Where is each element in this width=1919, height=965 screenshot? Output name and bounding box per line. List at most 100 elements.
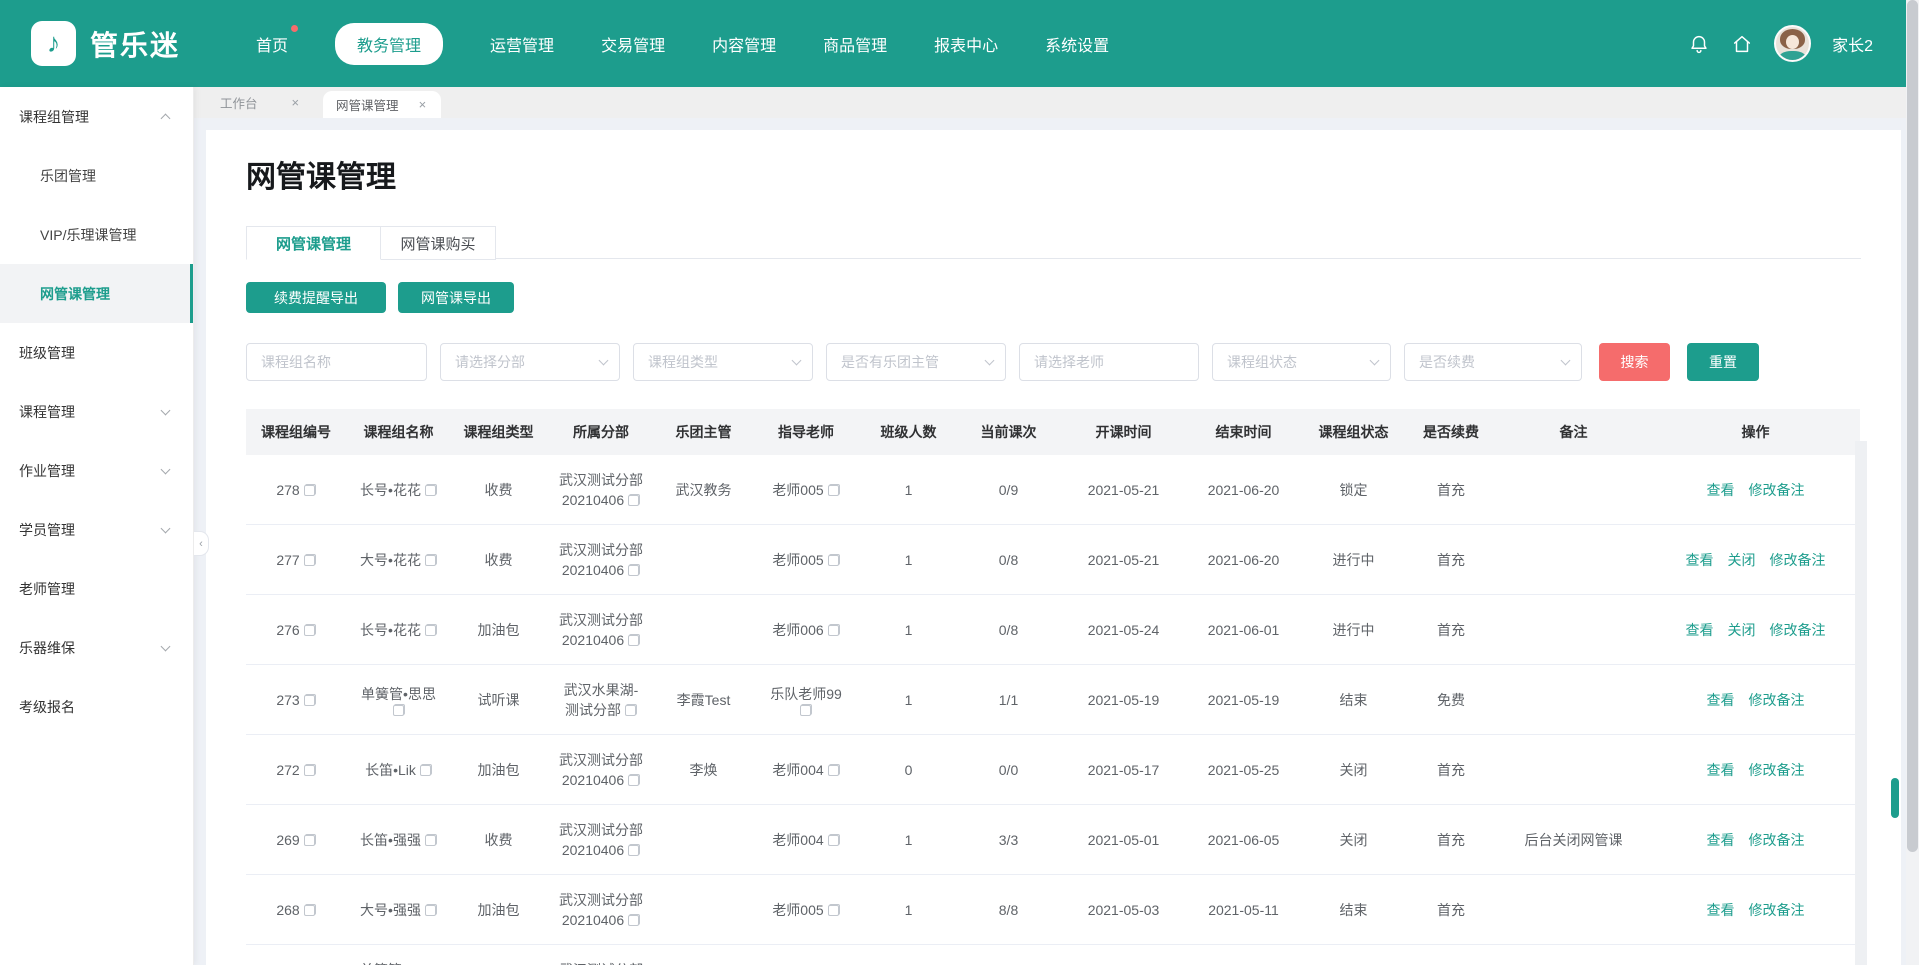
home-icon[interactable] (1731, 33, 1753, 55)
action-link[interactable]: 修改备注 (1749, 830, 1805, 850)
action-link[interactable]: 查看 (1707, 690, 1735, 710)
close-icon[interactable]: × (292, 95, 300, 110)
column-header: 当前课次 (956, 422, 1061, 442)
copy-icon[interactable] (425, 554, 437, 566)
nav-item-settings[interactable]: 系统设置 (1045, 23, 1109, 65)
copy-icon[interactable] (828, 484, 840, 496)
user-avatar[interactable] (1774, 25, 1811, 62)
copy-icon[interactable] (304, 764, 316, 776)
page-scrollbar[interactable] (1906, 0, 1919, 965)
nav-item-goods[interactable]: 商品管理 (823, 23, 887, 65)
action-link[interactable]: 修改备注 (1770, 550, 1826, 570)
tab-online-class-manage[interactable]: 网管课管理 (246, 226, 381, 260)
nav-item-report[interactable]: 报表中心 (934, 23, 998, 65)
action-link[interactable]: 查看 (1707, 760, 1735, 780)
copy-icon[interactable] (304, 484, 316, 496)
copy-icon[interactable] (425, 834, 437, 846)
sidebar-item-course-mgmt[interactable]: 课程管理 (0, 382, 193, 441)
copy-icon[interactable] (628, 774, 640, 786)
action-link[interactable]: 关闭 (1728, 620, 1756, 640)
action-link[interactable]: 查看 (1707, 480, 1735, 500)
copy-icon[interactable] (393, 704, 405, 716)
copy-icon[interactable] (425, 624, 437, 636)
copy-icon[interactable] (304, 554, 316, 566)
course-group-name-input[interactable] (246, 343, 427, 381)
copy-icon[interactable] (304, 694, 316, 706)
copy-icon[interactable] (304, 904, 316, 916)
copy-icon[interactable] (800, 704, 812, 716)
sidebar-item-exam[interactable]: 考级报名 (0, 677, 193, 736)
close-icon[interactable]: × (419, 97, 427, 112)
sidebar-item-teachers[interactable]: 老师管理 (0, 559, 193, 618)
reset-button[interactable]: 重置 (1687, 343, 1759, 381)
action-link[interactable]: 查看 (1707, 830, 1735, 850)
nav-item-trade[interactable]: 交易管理 (601, 23, 665, 65)
page-scrollbar-thumb[interactable] (1907, 0, 1918, 852)
action-link[interactable]: 修改备注 (1749, 690, 1805, 710)
sidebar-item-homework[interactable]: 作业管理 (0, 441, 193, 500)
table-scrollbar-track[interactable] (1855, 441, 1867, 965)
action-link[interactable]: 修改备注 (1749, 900, 1805, 920)
table-cell: 0/9 (956, 455, 1061, 524)
table-cell: 0/8 (956, 595, 1061, 664)
bell-icon[interactable] (1688, 33, 1710, 55)
action-link[interactable]: 修改备注 (1749, 760, 1805, 780)
copy-icon[interactable] (828, 554, 840, 566)
copy-icon[interactable] (425, 484, 437, 496)
branch-select[interactable]: 请选择分部 (440, 343, 620, 381)
sidebar-item-vip-theory[interactable]: VIP/乐理课管理 (0, 205, 193, 264)
action-link[interactable]: 查看 (1686, 620, 1714, 640)
copy-icon[interactable] (628, 844, 640, 856)
sidebar-item-students[interactable]: 学员管理 (0, 500, 193, 559)
action-link[interactable]: 关闭 (1728, 550, 1756, 570)
copy-icon[interactable] (304, 624, 316, 636)
table-cell: 首充 (1406, 805, 1496, 874)
user-name[interactable]: 家长2 (1832, 32, 1873, 56)
table-cell: 李焕 (656, 735, 751, 804)
tab-online-class-purchase[interactable]: 网管课购买 (381, 226, 496, 260)
copy-icon[interactable] (625, 704, 637, 716)
copy-icon[interactable] (628, 914, 640, 926)
floating-scroll-thumb[interactable] (1891, 778, 1899, 818)
sidebar-item-instrument[interactable]: 乐器维保 (0, 618, 193, 677)
online-class-export-button[interactable]: 网管课导出 (398, 282, 514, 313)
table-cell: 结束 (1301, 665, 1406, 734)
sidebar-item-class-mgmt[interactable]: 班级管理 (0, 323, 193, 382)
renew-select[interactable]: 是否续费 (1404, 343, 1582, 381)
table-row: 268大号•强强加油包武汉测试分部20210406老师00518/82021-0… (246, 875, 1860, 945)
action-link[interactable]: 查看 (1707, 900, 1735, 920)
notification-dot (291, 25, 298, 32)
sidebar-item-online-class[interactable]: 网管课管理 (0, 264, 193, 323)
tab-workbench[interactable]: 工作台 × (194, 87, 323, 118)
action-link[interactable]: 修改备注 (1770, 620, 1826, 640)
action-link[interactable]: 修改备注 (1749, 480, 1805, 500)
copy-icon[interactable] (420, 764, 432, 776)
copy-icon[interactable] (828, 764, 840, 776)
nav-item-home[interactable]: 首页 (256, 23, 288, 65)
copy-icon[interactable] (628, 494, 640, 506)
copy-icon[interactable] (628, 564, 640, 576)
copy-icon[interactable] (828, 904, 840, 916)
sidebar-item-orchestra[interactable]: 乐团管理 (0, 146, 193, 205)
has-leader-select[interactable]: 是否有乐团主管 (826, 343, 1006, 381)
course-group-type-select[interactable]: 课程组类型 (633, 343, 813, 381)
search-button[interactable]: 搜索 (1599, 343, 1670, 381)
renew-remind-export-button[interactable]: 续费提醒导出 (246, 282, 386, 313)
teacher-input[interactable] (1019, 343, 1199, 381)
table-cell: 大号•花花 (346, 525, 451, 594)
sidebar-item-course-group[interactable]: 课程组管理 (0, 87, 193, 146)
tab-online-class-mgmt[interactable]: 网管课管理 × (323, 91, 441, 118)
nav-item-content[interactable]: 内容管理 (712, 23, 776, 65)
course-group-status-select[interactable]: 课程组状态 (1212, 343, 1391, 381)
copy-icon[interactable] (628, 634, 640, 646)
copy-icon[interactable] (828, 624, 840, 636)
copy-icon[interactable] (828, 834, 840, 846)
table-cell: 272 (246, 735, 346, 804)
action-link[interactable]: 查看 (1686, 550, 1714, 570)
table-cell: 武汉测试分部20210406 (546, 735, 656, 804)
nav-item-academic[interactable]: 教务管理 (335, 23, 443, 65)
nav-item-operation[interactable]: 运营管理 (490, 23, 554, 65)
copy-icon[interactable] (425, 904, 437, 916)
sidebar-collapse-handle[interactable]: ‹ (194, 531, 209, 556)
copy-icon[interactable] (304, 834, 316, 846)
